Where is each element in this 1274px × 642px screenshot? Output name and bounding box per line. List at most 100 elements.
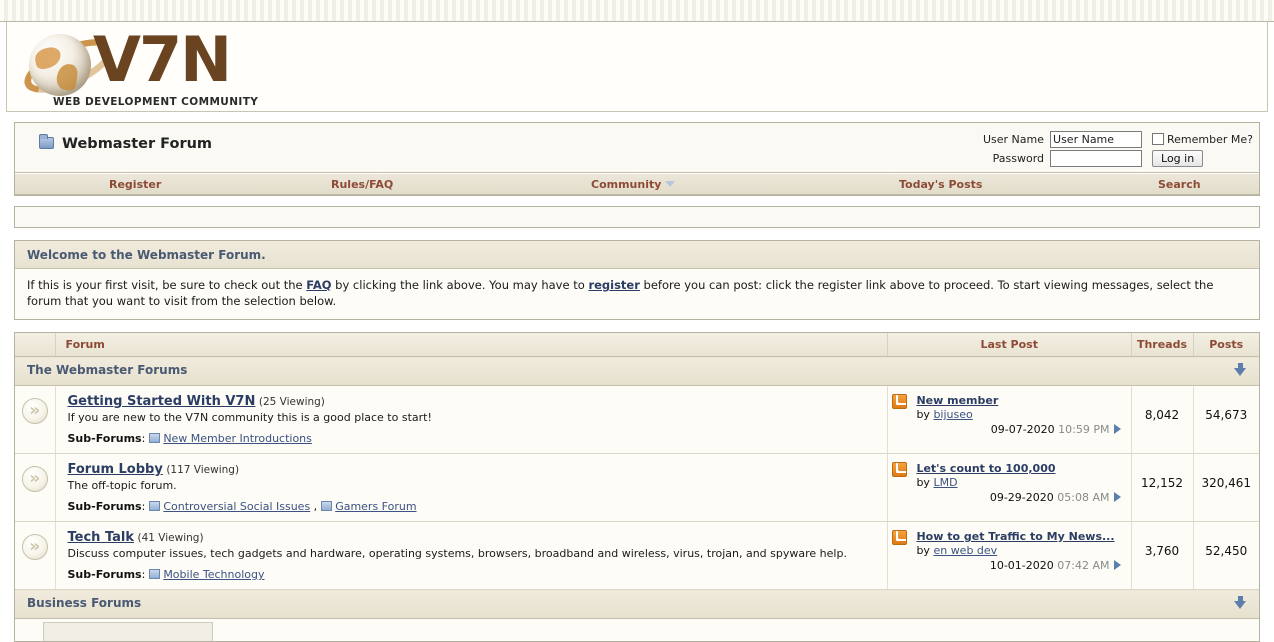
username-input[interactable] (1050, 131, 1143, 148)
rss-icon[interactable] (891, 530, 907, 545)
header-last-post[interactable]: Last Post (886, 333, 1131, 357)
remember-me-checkbox[interactable] (1152, 133, 1165, 145)
last-post-time-value: 07:42 AM (1057, 559, 1110, 572)
logo-globe-icon (29, 34, 91, 96)
forum-viewing-count: (41 Viewing) (137, 532, 204, 544)
forum-status-icon[interactable] (21, 534, 48, 560)
go-to-last-post-icon[interactable] (1113, 560, 1121, 570)
password-input[interactable] (1050, 150, 1143, 167)
forum-status-icon-cell[interactable] (15, 521, 56, 590)
go-to-last-post-icon[interactable] (1113, 424, 1121, 434)
last-post-user-link[interactable]: bijuseo (933, 408, 972, 421)
faq-link[interactable]: FAQ (306, 278, 331, 292)
category-row-business-forums: Business Forums (15, 589, 1259, 619)
last-post-thread-link[interactable]: How to get Traffic to My News... (916, 530, 1114, 543)
login-button[interactable]: Log in (1152, 150, 1204, 167)
welcome-text-1: If this is your first visit, be sure to … (27, 278, 307, 292)
forum-description: If you are new to the V7N community this… (67, 411, 432, 424)
username-field-cell (1048, 130, 1144, 149)
forum-status-icon-cell[interactable] (15, 453, 56, 522)
go-to-last-post-icon[interactable] (1113, 492, 1121, 502)
last-post-date: 09-07-2020 10:59 PM (892, 423, 1125, 436)
last-post-info: How to get Traffic to My News... by en w… (916, 530, 1114, 557)
subforums-row: Sub-Forums: New Member Introductions (67, 432, 312, 445)
category-row-webmaster-forums: The Webmaster Forums (15, 356, 1259, 386)
last-post-date-value: 10-01-2020 (989, 559, 1054, 572)
category-title-webmaster-forums[interactable]: The Webmaster Forums (15, 356, 1193, 386)
posts-count: 54,673 (1192, 385, 1259, 454)
forum-status-icon-cell[interactable] (15, 385, 56, 454)
forum-status-icon[interactable] (21, 466, 48, 492)
forum-status-icon[interactable] (21, 398, 48, 424)
last-post-thread-link[interactable]: Let's count to 100,000 (916, 462, 1055, 475)
subforums-row: Sub-Forums: Mobile Technology (67, 568, 265, 581)
subforums-label: Sub-Forums (67, 500, 142, 513)
forum-link-getting-started[interactable]: Getting Started With V7N (68, 394, 256, 409)
remember-me-cell[interactable]: Remember Me? (1144, 130, 1255, 149)
forum-list-panel: Forum Last Post Threads Posts The Webmas… (14, 332, 1260, 642)
forum-info-cell: Getting Started With V7N (25 Viewing) If… (55, 385, 888, 454)
forum-link-tech-talk[interactable]: Tech Talk (68, 530, 135, 545)
subforum-link-controversial-social-issues[interactable]: Controversial Social Issues (163, 500, 310, 513)
top-decorative-strip (0, 0, 1274, 22)
breadcrumb-bar (14, 206, 1260, 228)
register-link[interactable]: register (588, 278, 639, 292)
page-title-text: Webmaster Forum (62, 136, 213, 152)
nav-item-rules-faq[interactable]: Rules/FAQ (331, 178, 393, 191)
nav-item-search[interactable]: Search (1158, 178, 1201, 191)
last-post-info: New member by bijuseo (916, 394, 998, 421)
logo-tagline: WEB DEVELOPMENT COMMUNITY (53, 96, 259, 108)
rss-icon[interactable] (891, 462, 907, 477)
forum-table: Forum Last Post Threads Posts The Webmas… (15, 333, 1259, 619)
forum-header-panel: Webmaster Forum User Name Remember Me? (14, 122, 1260, 196)
site-logo[interactable]: V7N WEB DEVELOPMENT COMMUNITY (17, 24, 258, 112)
last-post-user-link[interactable]: en web dev (933, 544, 997, 557)
category-collapse-cell[interactable] (1193, 589, 1259, 619)
down-arrow-icon[interactable] (1234, 363, 1247, 376)
by-label: by (916, 544, 930, 557)
page-container: V7N WEB DEVELOPMENT COMMUNITY Webmaster … (0, 22, 1274, 642)
header-icon-col (15, 333, 56, 357)
password-field-cell (1048, 149, 1144, 168)
forum-table-header-row: Forum Last Post Threads Posts (15, 333, 1259, 357)
posts-count: 52,450 (1192, 521, 1259, 590)
last-post-byline: by en web dev (916, 544, 1114, 557)
chevron-down-icon (665, 181, 676, 187)
site-header: V7N WEB DEVELOPMENT COMMUNITY (6, 22, 1268, 112)
subforum-icon (149, 569, 161, 579)
subforum-icon (321, 501, 333, 511)
subforum-link-new-member-introductions[interactable]: New Member Introductions (163, 432, 312, 445)
last-post-info: Let's count to 100,000 by LMD (916, 462, 1055, 489)
subforum-link-mobile-technology[interactable]: Mobile Technology (163, 568, 264, 581)
tooltip-overlay (43, 622, 213, 641)
header-threads[interactable]: Threads (1130, 333, 1193, 357)
forum-link-forum-lobby[interactable]: Forum Lobby (68, 462, 163, 477)
last-post-date-value: 09-07-2020 (990, 423, 1055, 436)
nav-item-community[interactable]: Community (591, 178, 676, 191)
by-label: by (916, 476, 930, 489)
welcome-text-2: by clicking the link above. You may have… (331, 278, 589, 292)
subforums-label: Sub-Forums (67, 568, 142, 581)
subforum-link-gamers-forum[interactable]: Gamers Forum (335, 500, 416, 513)
login-form[interactable]: User Name Remember Me? Password (981, 130, 1255, 168)
rss-icon[interactable] (891, 394, 907, 409)
last-post-date-value: 09-29-2020 (989, 491, 1054, 504)
category-title-business-forums[interactable]: Business Forums (15, 589, 1193, 619)
category-collapse-cell[interactable] (1193, 356, 1259, 386)
welcome-body: If this is your first visit, be sure to … (15, 269, 1259, 319)
forum-info-cell: Forum Lobby (117 Viewing) The off-topic … (55, 453, 888, 522)
navigation-bar: Register Rules/FAQ Community Today's Pos… (15, 173, 1259, 195)
nav-item-register[interactable]: Register (109, 178, 161, 191)
header-posts[interactable]: Posts (1192, 333, 1259, 357)
subforum-icon (149, 501, 161, 511)
nav-item-todays-posts[interactable]: Today's Posts (899, 178, 982, 191)
folder-icon (39, 134, 54, 149)
header-forum[interactable]: Forum (55, 333, 888, 357)
forum-description: Discuss computer issues, tech gadgets an… (67, 547, 847, 560)
down-arrow-icon[interactable] (1234, 596, 1247, 609)
last-post-user-link[interactable]: LMD (933, 476, 957, 489)
last-post-thread-link[interactable]: New member (916, 394, 998, 407)
password-label: Password (992, 152, 1045, 165)
table-row: Tech Talk (41 Viewing) Discuss computer … (15, 521, 1259, 590)
page-title: Webmaster Forum (39, 134, 213, 152)
